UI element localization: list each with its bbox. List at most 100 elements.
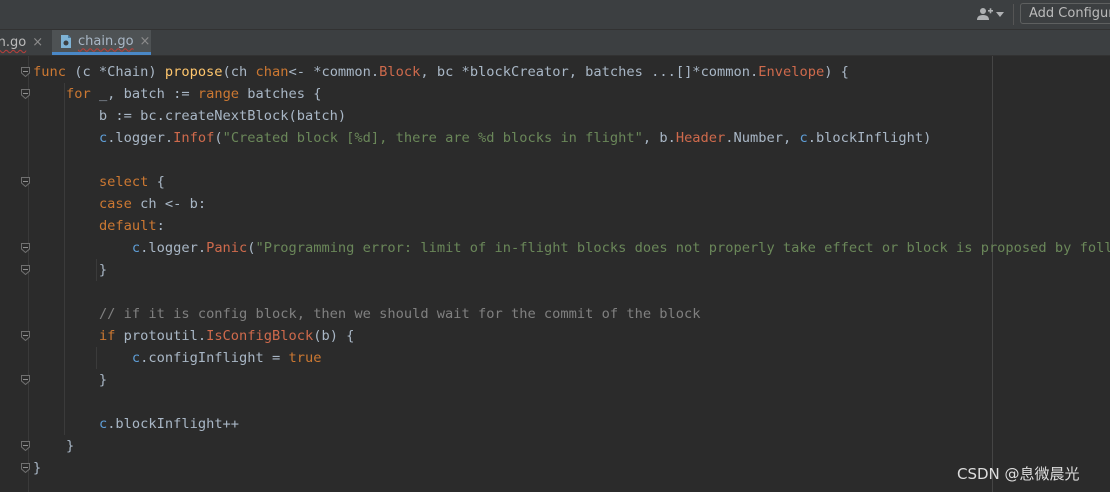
code-line: select {	[33, 171, 165, 193]
code-token: blockCreator	[469, 64, 569, 80]
code-token: for	[65, 86, 91, 102]
code-token: if	[98, 328, 116, 344]
code-line: c.configInflight = true	[33, 347, 322, 369]
code-token: )	[148, 64, 165, 80]
fold-marker-icon[interactable]	[21, 331, 30, 341]
code-token: (ch	[222, 64, 256, 80]
top-toolbar: Add Configura	[0, 0, 1110, 30]
user-dropdown-button[interactable]	[977, 6, 1007, 22]
code-token: "Programming error: limit of in-flight b…	[255, 240, 1110, 256]
code-token: common	[321, 64, 371, 80]
toolbar-divider	[1013, 4, 1014, 25]
code-line: }	[33, 369, 107, 391]
code-token: select	[98, 174, 149, 190]
code-line: case ch <- b:	[33, 193, 206, 215]
code-line: func (c *Chain) propose(ch chan<- *commo…	[33, 61, 849, 83]
code-token: .logger.	[107, 130, 174, 146]
fold-marker-icon[interactable]	[21, 375, 30, 385]
code-token: (	[214, 130, 223, 146]
tab-in-go[interactable]: in.go ×	[0, 30, 43, 55]
code-line: b := bc.createNextBlock(batch)	[33, 105, 346, 127]
code-token: }	[33, 460, 42, 476]
code-token: (b) {	[313, 328, 355, 344]
tab-label: in.go	[0, 35, 27, 50]
code-token: (c *	[65, 64, 108, 80]
add-configuration-button[interactable]: Add Configura	[1020, 3, 1110, 24]
code-token: c	[131, 350, 141, 366]
code-token: case	[98, 196, 132, 212]
code-token: "Created block [%d], there are %d blocks…	[222, 130, 643, 146]
fold-marker-icon[interactable]	[21, 265, 30, 275]
code-token: IsConfigBlock	[206, 328, 314, 344]
code-line: c.logger.Infof("Created block [%d], ther…	[33, 127, 931, 149]
code-line: c.logger.Panic("Programming error: limit…	[33, 237, 1110, 259]
fold-marker-icon[interactable]	[21, 463, 30, 473]
fold-marker-icon[interactable]	[21, 89, 30, 99]
code-token: }	[33, 438, 75, 454]
code-token: (	[247, 240, 256, 256]
right-margin-guide	[992, 56, 993, 492]
go-file-icon	[60, 34, 72, 48]
code-line: if protoutil.IsConfigBlock(b) {	[33, 325, 354, 347]
code-token: protoutil.	[115, 328, 207, 344]
code-token: , batches ...[]*	[568, 64, 701, 80]
code-token: Block	[379, 64, 421, 80]
code-line: for _, batch := range batches {	[33, 83, 321, 105]
code-token: c	[131, 240, 141, 256]
code-line: // if it is config block, then we should…	[33, 303, 701, 325]
tab-label: chain.go	[78, 33, 134, 49]
code-token: :	[156, 218, 165, 234]
code-token: .blockInflight)	[807, 130, 932, 146]
close-icon[interactable]: ×	[32, 35, 43, 50]
code-line: }	[33, 259, 107, 281]
code-token: .blockInflight++	[107, 416, 240, 432]
code-token: range	[197, 86, 240, 102]
code-token: .configInflight =	[140, 350, 289, 366]
tab-chain-go[interactable]: chain.go ×	[52, 30, 151, 55]
code-token: , bc *	[420, 64, 470, 80]
code-token: func	[33, 64, 66, 80]
code-token: , b.	[642, 130, 676, 146]
code-line: }	[33, 457, 41, 479]
watermark: CSDN @息微晨光	[957, 465, 1080, 483]
code-token: batches {	[239, 86, 322, 102]
code-token: b := bc.createNextBlock(batch)	[33, 108, 347, 124]
code-token: }	[33, 372, 108, 388]
code-line: c.blockInflight++	[33, 413, 239, 435]
code-token: Panic	[206, 240, 248, 256]
chevron-down-icon	[996, 11, 1004, 17]
code-line: }	[33, 435, 74, 457]
code-token: ) {	[824, 64, 849, 80]
editor-tab-bar: in.go × chain.go ×	[0, 30, 1110, 56]
code-token: // if it is config block, then we should…	[98, 306, 701, 322]
close-icon[interactable]: ×	[140, 34, 151, 49]
code-token: ch <- b:	[131, 196, 207, 212]
code-token: _, batch :=	[90, 86, 198, 102]
code-token: propose	[164, 64, 223, 80]
fold-marker-icon[interactable]	[21, 67, 30, 77]
code-token: .	[370, 64, 380, 80]
code-editor[interactable]: func (c *Chain) propose(ch chan<- *commo…	[0, 56, 1110, 492]
code-token: true	[288, 350, 322, 366]
code-token: chan	[255, 64, 289, 80]
code-token: Chain	[107, 64, 149, 80]
code-token: {	[148, 174, 165, 190]
user-icon	[977, 7, 993, 21]
code-token: .Number,	[725, 130, 800, 146]
code-token: common	[700, 64, 751, 80]
fold-marker-icon[interactable]	[21, 441, 30, 451]
code-token: <- *	[288, 64, 322, 80]
fold-marker-icon[interactable]	[21, 177, 30, 187]
code-token: default	[98, 218, 157, 234]
fold-marker-icon[interactable]	[21, 243, 30, 253]
